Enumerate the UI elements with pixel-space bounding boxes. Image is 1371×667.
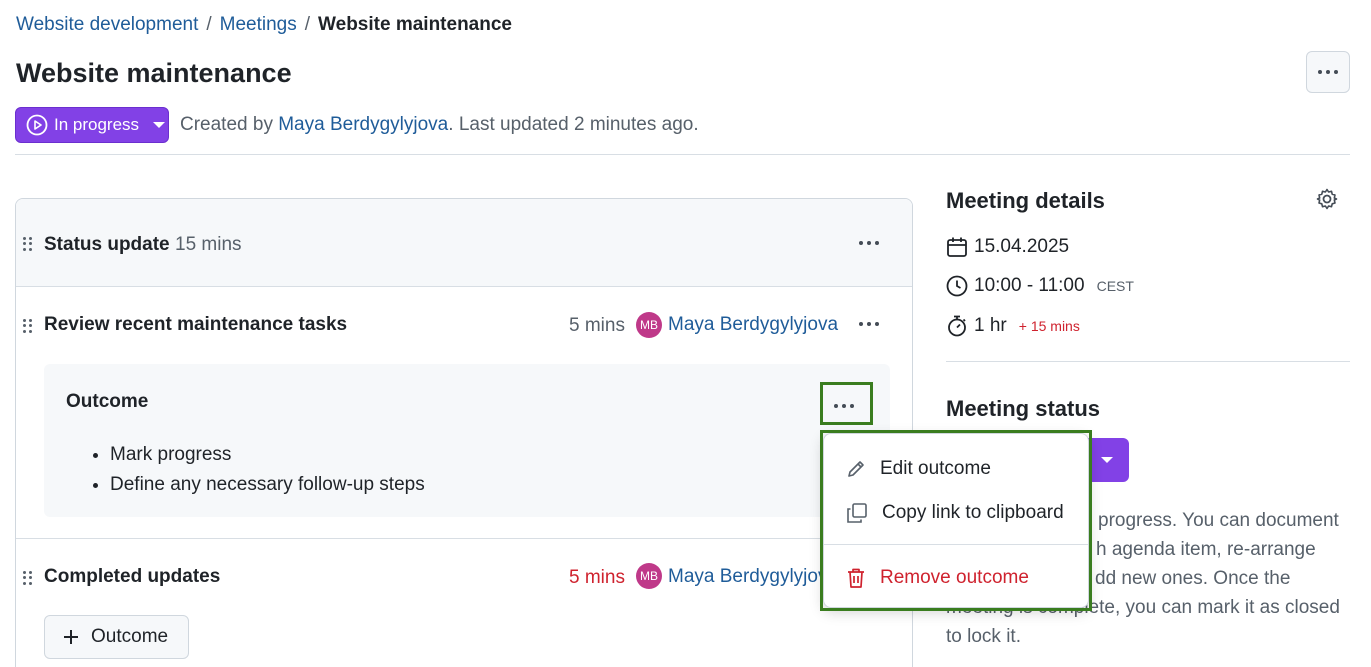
plus-icon: [64, 630, 78, 644]
row-divider: [16, 538, 912, 539]
avatar: MB: [636, 563, 662, 589]
created-by-prefix: Created by: [180, 114, 273, 135]
meeting-status-title: Meeting status: [946, 396, 1101, 421]
status-description-line: to lock it.: [946, 626, 1021, 647]
presenter-link[interactable]: Maya Berdygylyjova: [668, 566, 838, 588]
stopwatch-icon: [948, 315, 966, 337]
outcome-title: Outcome: [66, 391, 149, 412]
chevron-down-icon: [153, 122, 166, 128]
meeting-duration: 1 hr + 15 mins: [946, 315, 1080, 337]
meeting-date-text: 15.04.2025: [974, 236, 1070, 257]
drag-handle-icon[interactable]: [23, 571, 33, 585]
meeting-status-label: In progress: [54, 115, 140, 134]
clock-icon: [946, 275, 968, 297]
creator-link[interactable]: Maya Berdygylyjova: [278, 114, 448, 135]
more-icon: [1318, 70, 1338, 74]
highlight-outline: [820, 430, 1092, 611]
meeting-details-title: Meeting details: [946, 188, 1105, 213]
gear-icon[interactable]: [1315, 187, 1339, 211]
drag-handle-icon[interactable]: [23, 319, 33, 333]
breadcrumb-link-meetings[interactable]: Meetings: [220, 14, 297, 36]
agenda-item-title: Completed updates: [44, 566, 221, 587]
list-item: Define any necessary follow-up steps: [110, 470, 425, 500]
meeting-time-text: 10:00 - 11:00: [974, 275, 1085, 296]
agenda-item-duration: 5 mins: [569, 567, 625, 588]
agenda-section-header: Status update 15 mins: [16, 199, 912, 287]
agenda-item-more-icon[interactable]: [859, 322, 879, 326]
last-updated-text: . Last updated 2 minutes ago.: [448, 114, 699, 135]
add-outcome-button[interactable]: Outcome: [44, 615, 189, 659]
breadcrumb: Website development / Meetings / Website…: [16, 14, 512, 36]
breadcrumb-separator: /: [304, 14, 311, 35]
meeting-date: 15.04.2025: [946, 236, 1069, 258]
highlight-outline: [820, 382, 873, 425]
meeting-meta: Created by Maya Berdygylyjova. Last upda…: [180, 114, 699, 136]
list-item: Mark progress: [110, 440, 425, 470]
divider: [15, 154, 1350, 155]
agenda-item-duration: 5 mins: [569, 315, 625, 336]
chevron-down-icon: [1100, 457, 1113, 463]
breadcrumb-link-project[interactable]: Website development: [16, 14, 198, 36]
agenda-item-title: Review recent maintenance tasks: [44, 314, 348, 335]
calendar-icon: [947, 237, 967, 257]
meeting-status-button[interactable]: In progress: [15, 107, 169, 143]
meeting-duration-text: 1 hr: [974, 315, 1007, 336]
play-circle-icon: [26, 114, 48, 136]
divider: [946, 361, 1350, 362]
outcome-card: Outcome Mark progress Define any necessa…: [44, 364, 890, 517]
overrun-label: + 15 mins: [1018, 318, 1080, 334]
avatar: MB: [636, 312, 662, 338]
drag-handle-icon[interactable]: [23, 237, 33, 251]
page-title: Website maintenance: [16, 58, 292, 88]
add-outcome-label: Outcome: [91, 626, 169, 647]
meeting-time: 10:00 - 11:00 CEST: [946, 275, 1134, 297]
section-title: Status update: [44, 234, 170, 255]
outcome-bullets: Mark progress Define any necessary follo…: [110, 440, 425, 500]
presenter-link[interactable]: Maya Berdygylyjova: [668, 314, 838, 336]
section-more-icon[interactable]: [859, 241, 879, 245]
breadcrumb-separator: /: [206, 14, 212, 35]
breadcrumb-current: Website maintenance: [318, 14, 512, 35]
timezone-label: CEST: [1096, 278, 1134, 294]
agenda-list: Status update 15 mins Review recent main…: [15, 198, 913, 667]
section-duration: 15 mins: [175, 234, 242, 255]
page-more-button[interactable]: [1306, 51, 1350, 93]
